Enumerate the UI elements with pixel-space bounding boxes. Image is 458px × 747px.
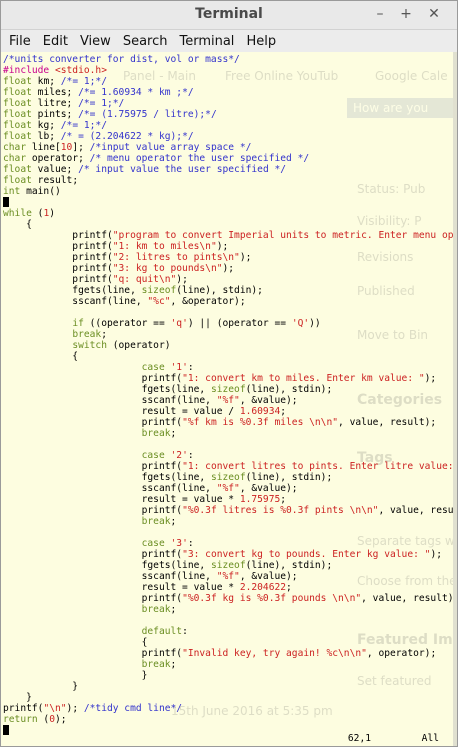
code-line[interactable]: case '2': <box>3 450 457 461</box>
menu-search[interactable]: Search <box>117 34 174 49</box>
code-line[interactable]: printf("%0.3f kg is %0.3f pounds \n\n", … <box>3 593 457 604</box>
code-line[interactable]: printf("program to convert Imperial unit… <box>3 230 457 241</box>
code-line[interactable]: switch (operator) <box>3 340 457 351</box>
code-line[interactable]: sscanf(line, "%f", &value); <box>3 395 457 406</box>
code-line[interactable]: printf("1: convert km to miles. Enter km… <box>3 373 457 384</box>
code-line[interactable]: float litre; /*= 1;*/ <box>3 98 457 109</box>
code-line[interactable] <box>3 439 457 450</box>
code-line[interactable]: printf("1: convert litres to pints. Ente… <box>3 461 457 472</box>
code-line[interactable] <box>3 197 457 208</box>
menu-edit[interactable]: Edit <box>37 34 74 49</box>
code-line[interactable]: break; <box>3 329 457 340</box>
menu-file[interactable]: File <box>3 34 37 49</box>
code-line[interactable]: sscanf(line, "%f", &value); <box>3 483 457 494</box>
code-line[interactable]: #include <stdio.h> <box>3 65 457 76</box>
code-line[interactable]: result = value / 1.60934; <box>3 406 457 417</box>
code-line[interactable]: default: <box>3 626 457 637</box>
code-line[interactable]: /*units converter for dist, vol or mass*… <box>3 54 457 65</box>
code-line[interactable]: { <box>3 637 457 648</box>
code-line[interactable]: while (1) <box>3 208 457 219</box>
code-line[interactable]: printf("2: litres to pints\n"); <box>3 252 457 263</box>
code-line[interactable] <box>3 527 457 538</box>
code-line[interactable] <box>3 615 457 626</box>
brace-match-highlight <box>3 197 9 207</box>
scrollbar[interactable] <box>453 52 457 746</box>
code-line[interactable]: float miles; /*= 1.60934 * km ;*/ <box>3 87 457 98</box>
code-line[interactable]: } <box>3 681 457 692</box>
code-line[interactable]: result = value * 2.204622; <box>3 582 457 593</box>
code-line[interactable]: fgets(line, sizeof(line), stdin); <box>3 285 457 296</box>
code-line[interactable]: float km; /*= 1;*/ <box>3 76 457 87</box>
code-line[interactable]: printf("\n"); /*tidy cmd line*/ <box>3 703 457 714</box>
maximize-icon[interactable]: + <box>397 5 415 23</box>
code-line[interactable]: printf("1: km to miles\n"); <box>3 241 457 252</box>
code-line[interactable]: float kg; /*= 1;*/ <box>3 120 457 131</box>
code-line[interactable]: } <box>3 692 457 703</box>
code-line[interactable]: fgets(line, sizeof(line), stdin); <box>3 560 457 571</box>
code-line[interactable]: printf("3: convert kg to pounds. Enter k… <box>3 549 457 560</box>
menu-view[interactable]: View <box>74 34 117 49</box>
scroll-percent: All <box>421 733 439 744</box>
code-line[interactable]: float lb; /* = (2.204622 * kg);*/ <box>3 131 457 142</box>
code-line[interactable]: case '1': <box>3 362 457 373</box>
code-line[interactable]: float pints; /*= (1.75975 / litre);*/ <box>3 109 457 120</box>
title-bar[interactable]: Terminal – + ✕ <box>1 1 457 30</box>
code-line[interactable]: return (0); <box>3 714 457 725</box>
code-line[interactable]: result = value * 1.75975; <box>3 494 457 505</box>
code-line[interactable]: printf("%0.3f litres is %0.3f pints \n\n… <box>3 505 457 516</box>
code-line[interactable]: break; <box>3 516 457 527</box>
code-line[interactable]: { <box>3 351 457 362</box>
minimize-icon[interactable]: – <box>371 5 389 23</box>
code-line[interactable]: printf("Invalid key, try again! %c\n\n",… <box>3 648 457 659</box>
code-line[interactable]: printf("3: kg to pounds\n"); <box>3 263 457 274</box>
code-line[interactable]: if ((operator == 'q') || (operator == 'Q… <box>3 318 457 329</box>
terminal-window: Terminal – + ✕ File Edit View Search Ter… <box>0 0 458 747</box>
code-line[interactable]: int main() <box>3 186 457 197</box>
code-line[interactable]: fgets(line, sizeof(line), stdin); <box>3 472 457 483</box>
code-line[interactable]: break; <box>3 659 457 670</box>
code-line[interactable]: break; <box>3 428 457 439</box>
code-line[interactable]: } <box>3 670 457 681</box>
code-line[interactable]: break; <box>3 604 457 615</box>
code-line[interactable]: char line[10]; /*input value array space… <box>3 142 457 153</box>
code-line[interactable]: { <box>3 219 457 230</box>
code-line[interactable]: fgets(line, sizeof(line), stdin); <box>3 384 457 395</box>
code-line[interactable]: float result; <box>3 175 457 186</box>
code-line[interactable] <box>3 307 457 318</box>
code-line[interactable]: case '3': <box>3 538 457 549</box>
terminal-content[interactable]: Panel - Main Free Online YouTub Google C… <box>1 52 457 746</box>
code-line[interactable]: printf("q: quit\n"); <box>3 274 457 285</box>
code-line[interactable]: char operator; /* menu operator the user… <box>3 153 457 164</box>
menu-help[interactable]: Help <box>240 34 282 49</box>
cursor-position: 62,1 <box>347 733 371 744</box>
code-line[interactable]: printf("%f km is %0.3f miles \n\n", valu… <box>3 417 457 428</box>
code-line[interactable]: sscanf(line, "%c", &operator); <box>3 296 457 307</box>
vim-status-line: 62,1 All <box>1 730 457 746</box>
menu-bar: File Edit View Search Terminal Help <box>1 30 457 53</box>
code-buffer[interactable]: /*units converter for dist, vol or mass*… <box>1 52 457 736</box>
code-line[interactable]: sscanf(line, "%f", &value); <box>3 571 457 582</box>
menu-terminal[interactable]: Terminal <box>173 34 240 49</box>
close-icon[interactable]: ✕ <box>425 5 443 23</box>
code-line[interactable]: float value; /* input value the user spe… <box>3 164 457 175</box>
